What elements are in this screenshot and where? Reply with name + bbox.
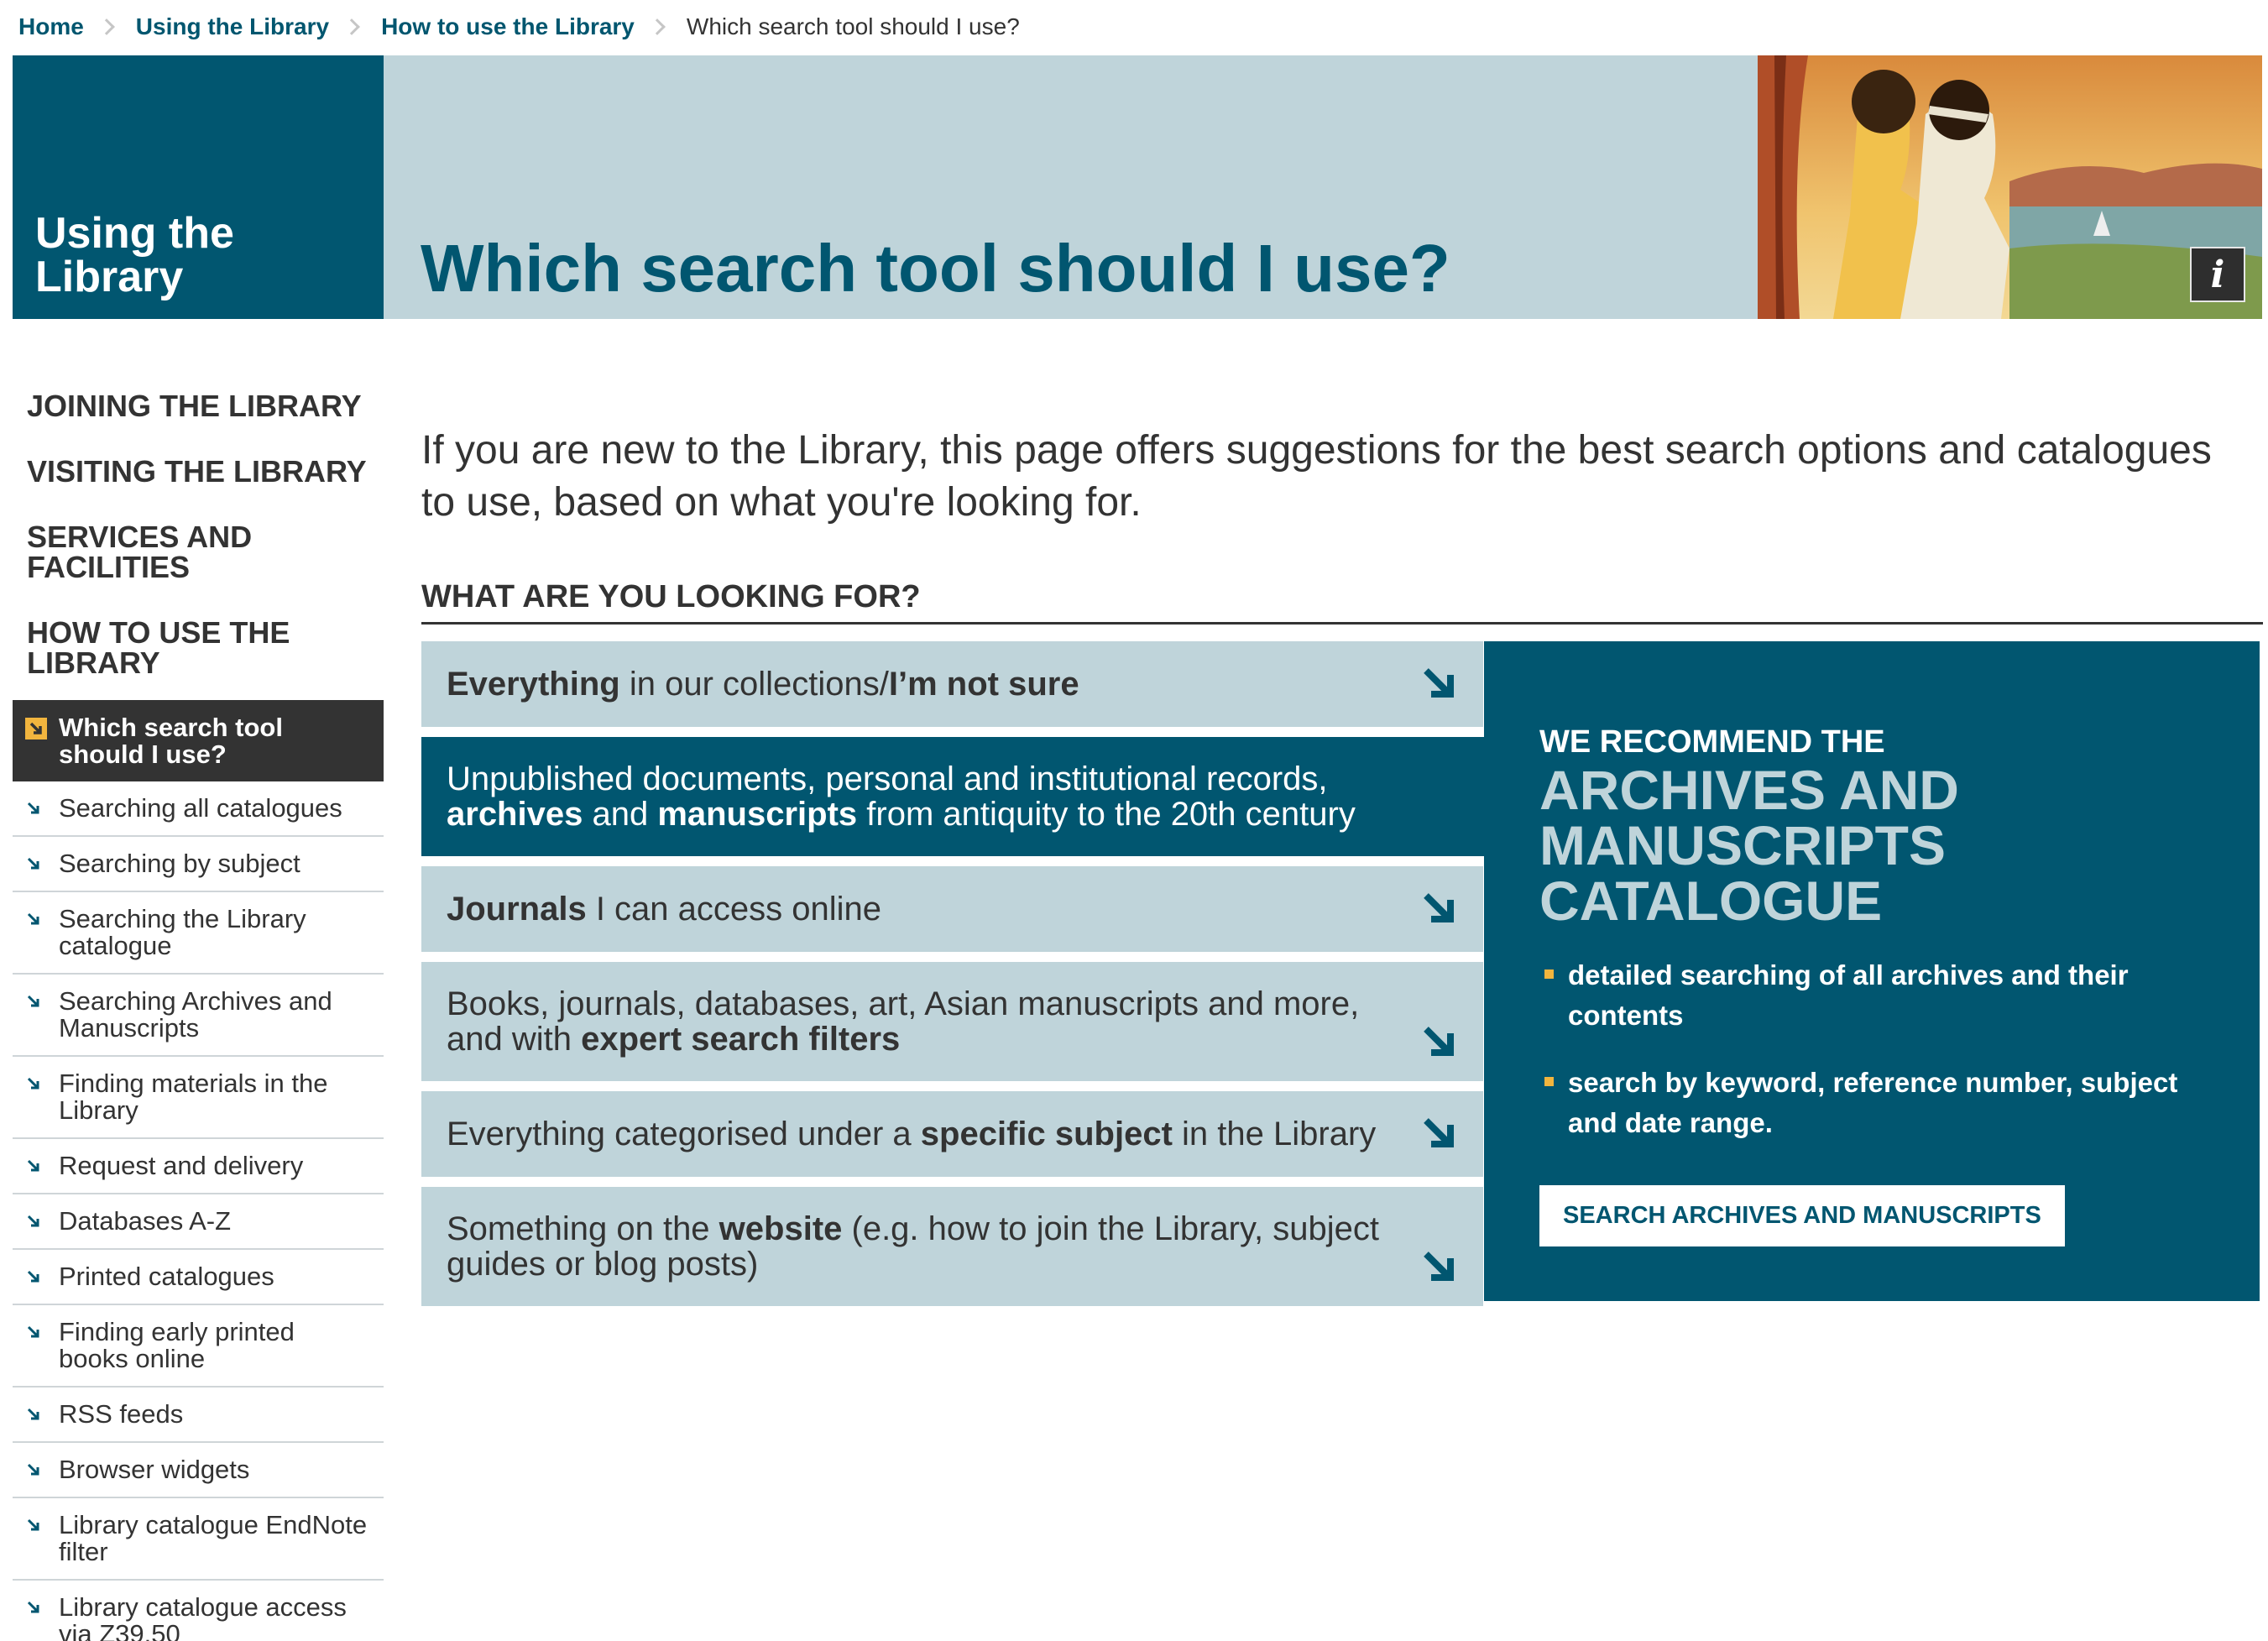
recommendation-title: ARCHIVES AND MANUSCRIPTS CATALOGUE (1539, 759, 1959, 932)
option-label: Journals I can access online (447, 891, 882, 928)
recommendation-kicker: WE RECOMMEND THE (1539, 724, 1885, 760)
arrow-down-right-icon (27, 1601, 40, 1614)
arrow-down-right-icon (27, 802, 40, 815)
sidebar-item-label: Searching the Library catalogue (59, 904, 306, 960)
sidebar-item-request-delivery[interactable]: Request and delivery (13, 1139, 384, 1194)
page-header: Using the Library Which search tool shou… (13, 55, 2262, 319)
sidebar-item-label: Finding early printed books online (59, 1317, 295, 1373)
arrow-down-right-icon (27, 1463, 40, 1476)
chevron-right-icon (648, 18, 666, 35)
arrow-down-right-icon (27, 1215, 40, 1228)
arrow-down-right-icon (27, 1518, 40, 1532)
sidebar-item-printed-catalogues[interactable]: Printed catalogues (13, 1250, 384, 1305)
sidebar-item-label: RSS feeds (59, 1399, 184, 1429)
breadcrumb-using-the-library[interactable]: Using the Library (136, 13, 329, 40)
arrow-down-right-icon (1421, 891, 1458, 928)
sidebar-heading-joining[interactable]: JOINING THE LIBRARY (13, 384, 384, 428)
sidebar-heading-visiting[interactable]: VISITING THE LIBRARY (13, 450, 384, 494)
sidebar-item-label: Finding materials in the Library (59, 1069, 328, 1125)
arrow-down-right-icon (27, 1408, 40, 1421)
arrow-down-right-icon (1421, 1249, 1458, 1286)
option-journals[interactable]: Journals I can access online (421, 866, 1483, 952)
arrow-down-right-icon (27, 1325, 40, 1339)
sidebar-item-label: Library catalogue access via Z39.50 (59, 1592, 347, 1641)
option-archives-manuscripts[interactable]: Unpublished documents, personal and inst… (421, 737, 1496, 856)
recommendation-point: detailed searching of all archives and t… (1539, 955, 2209, 1036)
sidebar-item-current-label: Which search tool should I use? (59, 713, 283, 769)
sidebar-item-label: Browser widgets (59, 1455, 250, 1484)
header-illustration: i (1758, 55, 2262, 319)
sidebar-item-databases[interactable]: Databases A-Z (13, 1194, 384, 1250)
breadcrumb: Home Using the Library How to use the Li… (18, 8, 1020, 45)
sidebar-item-by-subject[interactable]: Searching by subject (13, 837, 384, 892)
sidebar-item-label: Library catalogue EndNote filter (59, 1510, 368, 1566)
sidebar-item-finding-materials[interactable]: Finding materials in the Library (13, 1057, 384, 1139)
breadcrumb-current: Which search tool should I use? (686, 13, 1020, 39)
arrow-down-right-icon (1421, 666, 1458, 703)
recommendation-point: search by keyword, reference number, sub… (1539, 1063, 2209, 1143)
image-info-button[interactable]: i (2190, 247, 2245, 302)
search-options: Everything in our collections/I’m not su… (421, 641, 1496, 1316)
option-label: Everything in our collections/I’m not su… (447, 666, 1079, 703)
sidebar-item-archives[interactable]: Searching Archives and Manuscripts (13, 975, 384, 1057)
sidebar-item-label: Printed catalogues (59, 1262, 274, 1291)
chevron-right-icon (97, 18, 115, 35)
breadcrumb-home[interactable]: Home (18, 13, 84, 40)
sidebar-item-early-printed[interactable]: Finding early printed books online (13, 1305, 384, 1388)
bullet-icon (1544, 969, 1554, 979)
sidebar-item-rss[interactable]: RSS feeds (13, 1388, 384, 1443)
recommendation-panel: WE RECOMMEND THE ARCHIVES AND MANUSCRIPT… (1484, 641, 2260, 1301)
option-label: Everything categorised under a specific … (447, 1116, 1377, 1152)
arrow-down-right-icon (1421, 1024, 1458, 1061)
search-archives-button[interactable]: SEARCH ARCHIVES AND MANUSCRIPTS (1539, 1185, 2065, 1246)
arrow-down-right-icon (1421, 1116, 1458, 1152)
page-title: Which search tool should I use? (421, 231, 1450, 306)
arrow-down-right-icon (27, 1270, 40, 1283)
sidebar-heading-how-to-use[interactable]: HOW TO USE THE LIBRARY (13, 611, 384, 685)
recommendation-points: detailed searching of all archives and t… (1539, 955, 2209, 1143)
arrow-down-right-icon (27, 995, 40, 1008)
sidebar-item-searching-all[interactable]: Searching all catalogues (13, 781, 384, 837)
section-title: Using the Library (35, 209, 234, 301)
breadcrumb-how-to-use[interactable]: How to use the Library (381, 13, 635, 40)
sidebar-item-label: Searching Archives and Manuscripts (59, 986, 332, 1043)
title-banner: Which search tool should I use? (384, 55, 1758, 319)
sidebar-nav: JOINING THE LIBRARY VISITING THE LIBRARY… (13, 384, 384, 1641)
chevron-right-icon (343, 18, 360, 35)
sidebar-item-label: Searching by subject (59, 849, 300, 878)
arrow-down-right-icon (27, 1077, 40, 1090)
option-specific-subject[interactable]: Everything categorised under a specific … (421, 1091, 1483, 1177)
sidebar-item-current[interactable]: Which search tool should I use? (13, 700, 384, 781)
bullet-icon (1544, 1077, 1554, 1086)
arrow-down-right-icon (27, 1159, 40, 1173)
sidebar-item-endnote[interactable]: Library catalogue EndNote filter (13, 1498, 384, 1581)
sidebar-item-library-catalogue[interactable]: Searching the Library catalogue (13, 892, 384, 975)
sidebar-heading-services[interactable]: SERVICES AND FACILITIES (13, 515, 384, 589)
option-label: Unpublished documents, personal and inst… (447, 760, 1356, 833)
option-label: Books, journals, databases, art, Asian m… (447, 985, 1360, 1058)
sidebar-item-browser-widgets[interactable]: Browser widgets (13, 1443, 384, 1498)
option-label: Something on the website (e.g. how to jo… (447, 1210, 1379, 1283)
intro-text: If you are new to the Library, this page… (421, 428, 2212, 525)
arrow-down-right-icon (27, 912, 40, 926)
sidebar-item-label: Searching all catalogues (59, 793, 342, 823)
section-banner: Using the Library (13, 55, 384, 319)
sidebar-item-label: Request and delivery (59, 1151, 304, 1180)
arrow-down-right-icon (27, 857, 40, 870)
arrow-down-right-icon (25, 718, 47, 739)
option-expert-search[interactable]: Books, journals, databases, art, Asian m… (421, 962, 1483, 1081)
option-website[interactable]: Something on the website (e.g. how to jo… (421, 1187, 1483, 1306)
sidebar-item-label: Databases A-Z (59, 1206, 232, 1236)
sidebar-item-z3950[interactable]: Library catalogue access via Z39.50 (13, 1581, 384, 1641)
looking-for-heading: WHAT ARE YOU LOOKING FOR? (421, 579, 2263, 625)
couple-illustration (1758, 55, 2262, 319)
option-everything[interactable]: Everything in our collections/I’m not su… (421, 641, 1483, 727)
